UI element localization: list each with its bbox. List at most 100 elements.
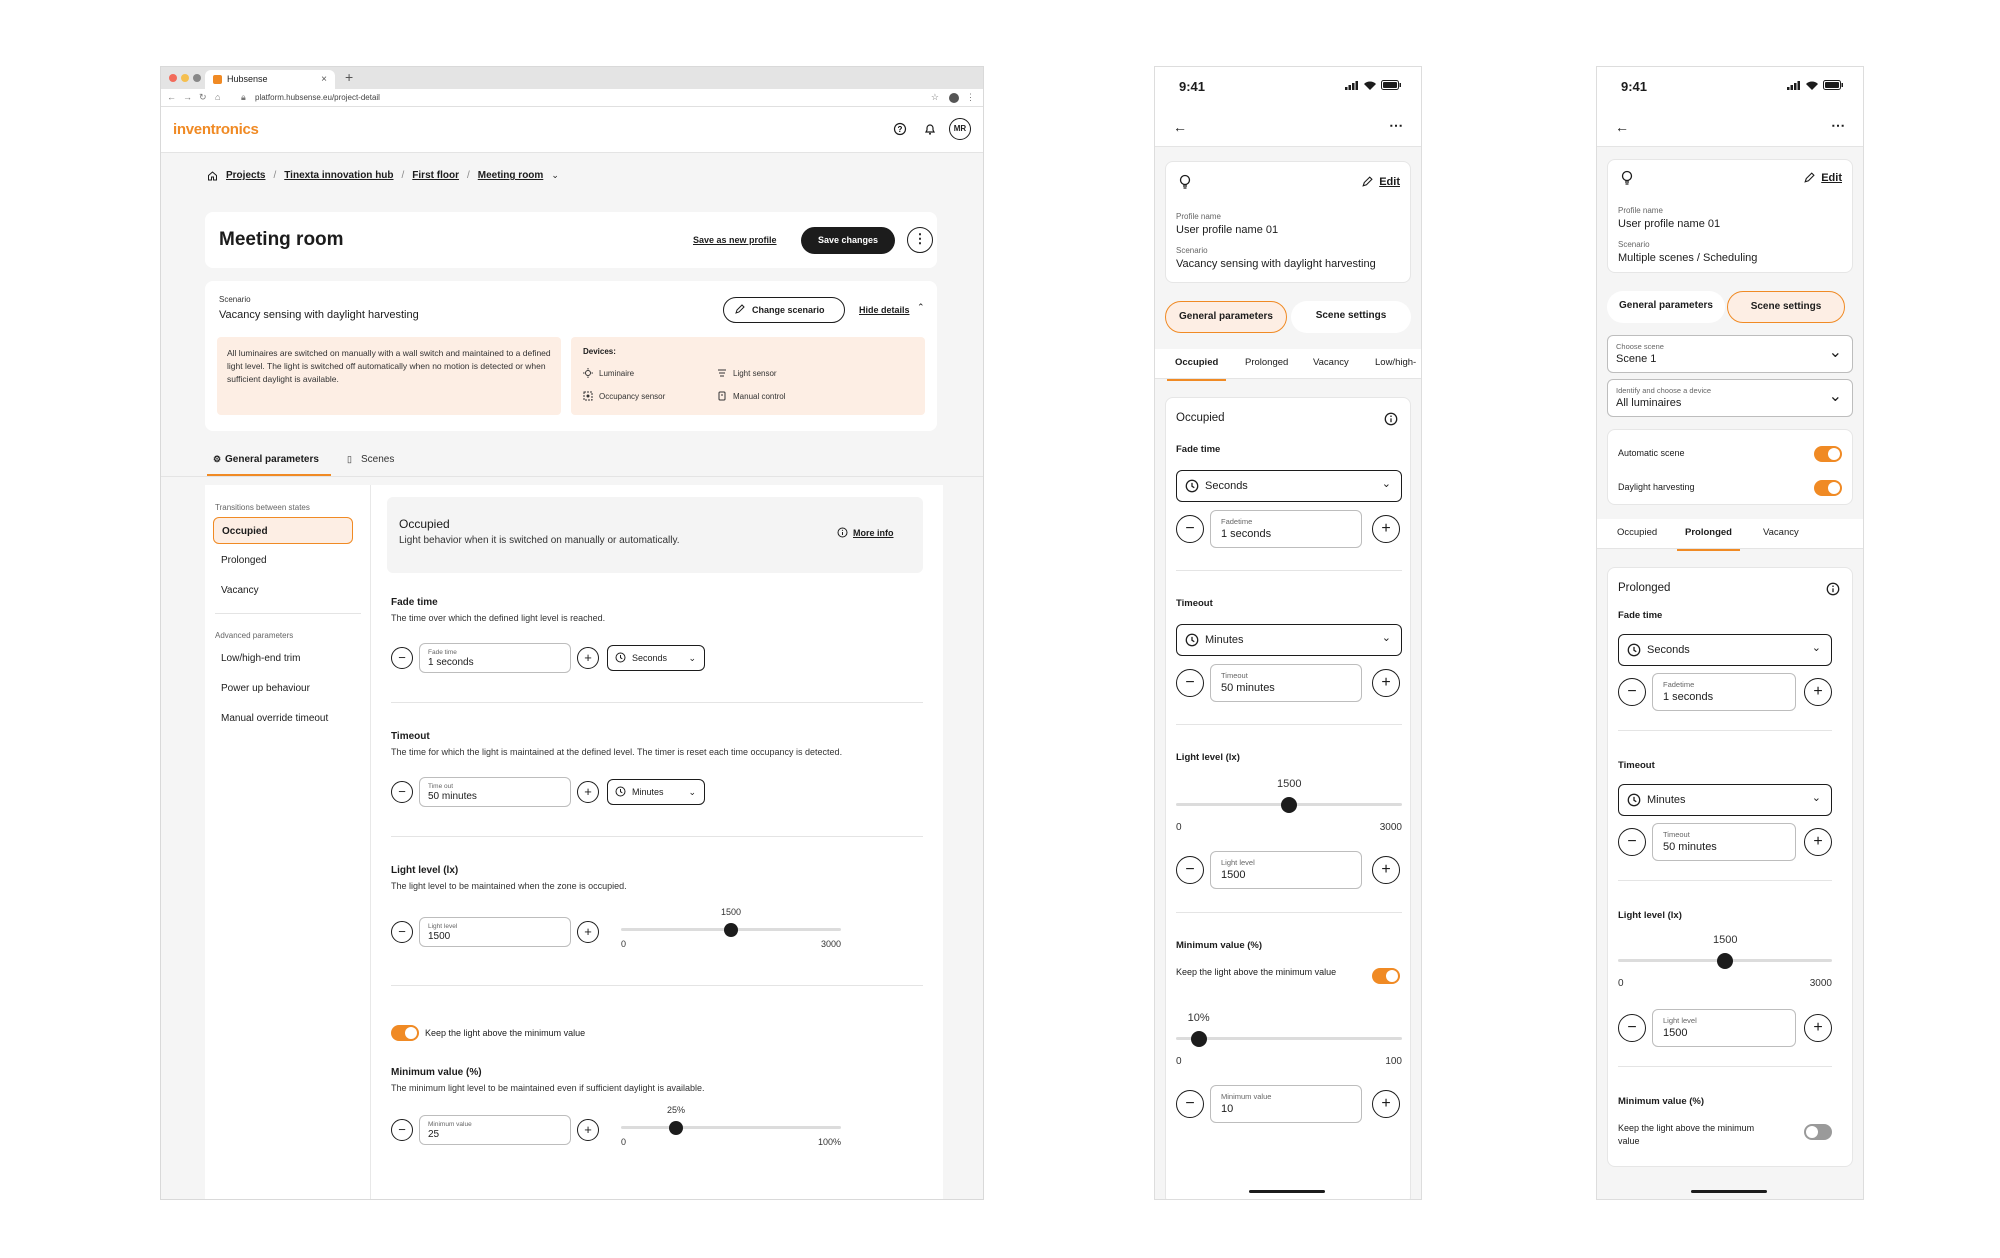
minimum-slider[interactable]: 10% 0 100 [1176,1012,1402,1068]
profile-icon[interactable] [949,93,959,103]
slider-thumb[interactable] [1190,1031,1207,1047]
minimum-input[interactable]: Minimum value 25 [419,1115,571,1145]
save-changes-button[interactable]: Save changes [801,227,895,254]
maximize-window-dot[interactable] [193,74,201,82]
automatic-scene-toggle[interactable] [1814,446,1842,462]
light-increment-button[interactable]: + [1804,1014,1832,1042]
slider-thumb[interactable] [724,923,738,937]
home-icon[interactable]: ⌂ [215,92,220,102]
fade-time-decrement-button[interactable]: − [391,647,413,669]
reload-icon[interactable]: ↻ [199,92,207,103]
forward-arrow-icon[interactable]: → [183,92,192,102]
nav-item-trim[interactable]: Low/high-end trim [213,645,353,672]
back-arrow-icon[interactable]: ← [1173,119,1187,135]
nav-item-occupied[interactable]: Occupied [213,517,353,544]
change-scenario-button[interactable]: Change scenario [723,297,845,323]
fade-unit-select[interactable]: Seconds ⌄ [1176,470,1402,502]
light-level-increment-button[interactable]: + [577,921,599,943]
nav-item-power-up[interactable]: Power up behaviour [213,675,353,702]
timeout-unit-select[interactable]: Minutes ⌄ [607,779,705,805]
timeout-input[interactable]: Timeout 50 minutes [1652,823,1796,861]
light-level-slider[interactable]: 1500 0 3000 [1618,934,1832,990]
more-info-button[interactable]: More info [837,527,894,538]
chevron-down-icon[interactable]: ⌄ [551,170,559,181]
keep-minimum-toggle[interactable] [1804,1124,1832,1140]
timeout-increment-button[interactable]: + [1372,669,1400,697]
tab-occupied[interactable]: Occupied [1166,357,1227,381]
minimum-slider[interactable]: 25% 0 100% [621,1105,841,1147]
chevron-up-icon[interactable]: ⌃ [917,302,925,313]
light-level-decrement-button[interactable]: − [391,921,413,943]
seg-general-parameters[interactable]: General parameters [1165,301,1287,333]
light-decrement-button[interactable]: − [1176,856,1204,884]
tab-vacancy[interactable]: Vacancy [1313,357,1349,368]
more-dots-icon[interactable]: ⋯ [1831,117,1845,134]
more-options-icon[interactable]: ⋮ [907,227,933,253]
help-icon[interactable]: ? [893,122,907,136]
menu-dots-icon[interactable]: ⋮ [966,92,975,103]
breadcrumb-room[interactable]: Meeting room [478,170,544,181]
close-tab-icon[interactable]: × [321,70,327,89]
slider-thumb[interactable] [669,1121,683,1135]
breadcrumb-building[interactable]: Tinexta innovation hub [284,170,393,181]
edit-button[interactable]: Edit [1361,176,1400,188]
new-tab-icon[interactable]: + [345,69,353,85]
hide-details-button[interactable]: Hide details [859,305,910,315]
fade-increment-button[interactable]: + [1804,678,1832,706]
light-level-input[interactable]: Light level 1500 [419,917,571,947]
tab-occupied[interactable]: Occupied [1617,527,1657,538]
minimum-increment-button[interactable]: + [577,1119,599,1141]
fade-time-increment-button[interactable]: + [577,647,599,669]
fade-increment-button[interactable]: + [1372,515,1400,543]
light-level-slider[interactable]: 1500 0 3000 [1176,778,1402,834]
minimum-decrement-button[interactable]: − [1176,1090,1204,1118]
minimum-decrement-button[interactable]: − [391,1119,413,1141]
timeout-unit-select[interactable]: Minutes ⌄ [1618,784,1832,816]
save-as-new-profile-button[interactable]: Save as new profile [693,235,777,245]
tab-general-parameters[interactable]: ⚙ General parameters [213,454,333,465]
light-input[interactable]: Light level 1500 [1210,851,1362,889]
slider-thumb[interactable] [1281,797,1297,813]
keep-minimum-toggle[interactable] [1372,968,1400,984]
tab-prolonged[interactable]: Prolonged [1677,527,1740,551]
light-increment-button[interactable]: + [1372,856,1400,884]
timeout-input[interactable]: Time out 50 minutes [419,777,571,807]
timeout-unit-select[interactable]: Minutes ⌄ [1176,624,1402,656]
browser-tab[interactable]: Hubsense × [205,70,335,89]
slider-thumb[interactable] [1717,953,1733,969]
timeout-decrement-button[interactable]: − [1176,669,1204,697]
seg-scene-settings[interactable]: Scene settings [1727,291,1845,323]
seg-general-parameters[interactable]: General parameters [1607,291,1725,323]
back-arrow-icon[interactable]: ← [167,92,176,102]
keep-minimum-toggle[interactable] [391,1025,419,1041]
breadcrumb-floor[interactable]: First floor [412,170,459,181]
avatar[interactable]: MR [949,118,971,140]
fade-unit-select[interactable]: Seconds ⌄ [1618,634,1832,666]
info-icon[interactable] [1826,582,1840,596]
home-icon[interactable] [207,170,218,181]
fade-time-input[interactable]: Fade time 1 seconds [419,643,571,673]
breadcrumb-projects[interactable]: Projects [226,170,265,181]
minimum-increment-button[interactable]: + [1372,1090,1400,1118]
fade-decrement-button[interactable]: − [1176,515,1204,543]
timeout-decrement-button[interactable]: − [391,781,413,803]
scene-select[interactable]: Choose scene Scene 1 ⌄ [1607,335,1853,373]
nav-item-manual-override[interactable]: Manual override timeout [213,705,353,732]
close-window-dot[interactable] [169,74,177,82]
light-level-slider[interactable]: 1500 0 3000 [621,907,841,949]
url-text[interactable]: platform.hubsense.eu/project-detail [255,93,380,102]
fade-input[interactable]: Fadetime 1 seconds [1210,510,1362,548]
daylight-harvesting-toggle[interactable] [1814,480,1842,496]
minimum-input[interactable]: Minimum value 10 [1210,1085,1362,1123]
light-input[interactable]: Light level 1500 [1652,1009,1796,1047]
seg-scene-settings[interactable]: Scene settings [1291,301,1411,333]
star-icon[interactable]: ☆ [931,92,939,103]
minimize-window-dot[interactable] [181,74,189,82]
tab-low-high[interactable]: Low/high- [1375,357,1416,368]
more-dots-icon[interactable]: ⋯ [1389,117,1403,134]
timeout-decrement-button[interactable]: − [1618,828,1646,856]
fade-time-unit-select[interactable]: Seconds ⌄ [607,645,705,671]
device-select[interactable]: Identify and choose a device All luminai… [1607,379,1853,417]
timeout-input[interactable]: Timeout 50 minutes [1210,664,1362,702]
timeout-increment-button[interactable]: + [577,781,599,803]
